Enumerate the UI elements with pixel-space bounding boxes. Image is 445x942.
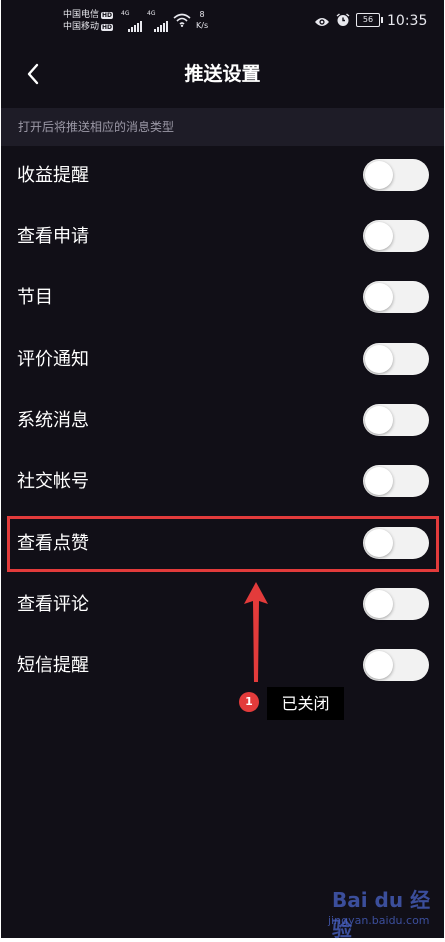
watermark-site: jingyan.baidu.com (328, 914, 430, 927)
system-messages-toggle[interactable] (363, 404, 429, 436)
programs-toggle[interactable] (363, 281, 429, 313)
social-accounts-toggle[interactable] (363, 465, 429, 497)
view-comments-toggle[interactable] (363, 588, 429, 620)
sms-reminder-toggle[interactable] (363, 649, 429, 681)
setting-label: 收益提醒 (17, 165, 89, 186)
baidu-jingyan-watermark: Bai du 经验 jingyan.baidu.com (326, 882, 436, 941)
setting-row-review-notifications: 评价通知 (1, 330, 444, 390)
setting-label: 评价通知 (17, 349, 89, 370)
network-speed-value: 8 (199, 10, 205, 19)
carrier-2-label: 中国移动 (63, 22, 100, 32)
setting-label: 查看申请 (17, 226, 89, 247)
setting-row-view-comments: 查看评论 (1, 575, 444, 635)
section-hint: 打开后将推送相应的消息类型 (1, 108, 444, 146)
toggle-knob (365, 345, 393, 373)
toggle-knob (365, 406, 393, 434)
carrier-info: 中国电信 HD 中国移动 HD (63, 9, 114, 33)
toggle-knob (365, 467, 393, 495)
wifi-icon (173, 12, 191, 31)
setting-row-system-messages: 系统消息 (1, 391, 444, 451)
setting-label: 查看评论 (17, 594, 89, 615)
eye-comfort-icon (314, 13, 330, 32)
earnings-reminder-toggle[interactable] (363, 159, 429, 191)
signal-2-icon (154, 13, 169, 32)
hd-badge-1: HD (101, 11, 114, 19)
setting-label: 社交帐号 (17, 471, 89, 492)
signal-1-icon (128, 13, 143, 32)
setting-row-programs: 节目 (1, 268, 444, 328)
alarm-icon (336, 12, 350, 31)
view-requests-toggle[interactable] (363, 220, 429, 252)
setting-row-earnings-reminder: 收益提醒 (1, 146, 444, 206)
battery-icon: 56 (356, 13, 383, 27)
step-badge: 1 (239, 692, 259, 712)
review-notifications-toggle[interactable] (363, 343, 429, 375)
clock: 10:35 (387, 13, 428, 29)
carrier-1-label: 中国电信 (63, 10, 100, 20)
annotation-arrow-icon (241, 582, 271, 688)
setting-label: 短信提醒 (17, 655, 89, 676)
annotation-callout: 已关闭 (267, 687, 344, 720)
page-title: 推送设置 (184, 63, 261, 85)
setting-label: 系统消息 (17, 410, 89, 431)
status-bar: 中国电信 HD 中国移动 HD 4G 4G 8 K/s 56 10:35 (1, 0, 444, 44)
setting-row-social-accounts: 社交帐号 (1, 452, 444, 512)
watermark-logo: Bai du 经验 (332, 888, 431, 941)
toggle-knob (365, 590, 393, 618)
toggle-knob (365, 222, 393, 250)
network-speed: 8 K/s (196, 9, 208, 31)
toggle-knob (365, 651, 393, 679)
highlight-box (7, 516, 439, 572)
setting-row-view-requests: 查看申请 (1, 207, 444, 267)
setting-label: 节目 (17, 287, 53, 308)
toggle-knob (365, 161, 393, 189)
toggle-knob (365, 283, 393, 311)
network-speed-unit: K/s (196, 21, 209, 30)
setting-row-sms-reminder: 短信提醒 (1, 636, 444, 696)
hd-badge-2: HD (101, 23, 114, 31)
app-screen: 中国电信 HD 中国移动 HD 4G 4G 8 K/s 56 10:35 推送设置 … (1, 0, 444, 938)
